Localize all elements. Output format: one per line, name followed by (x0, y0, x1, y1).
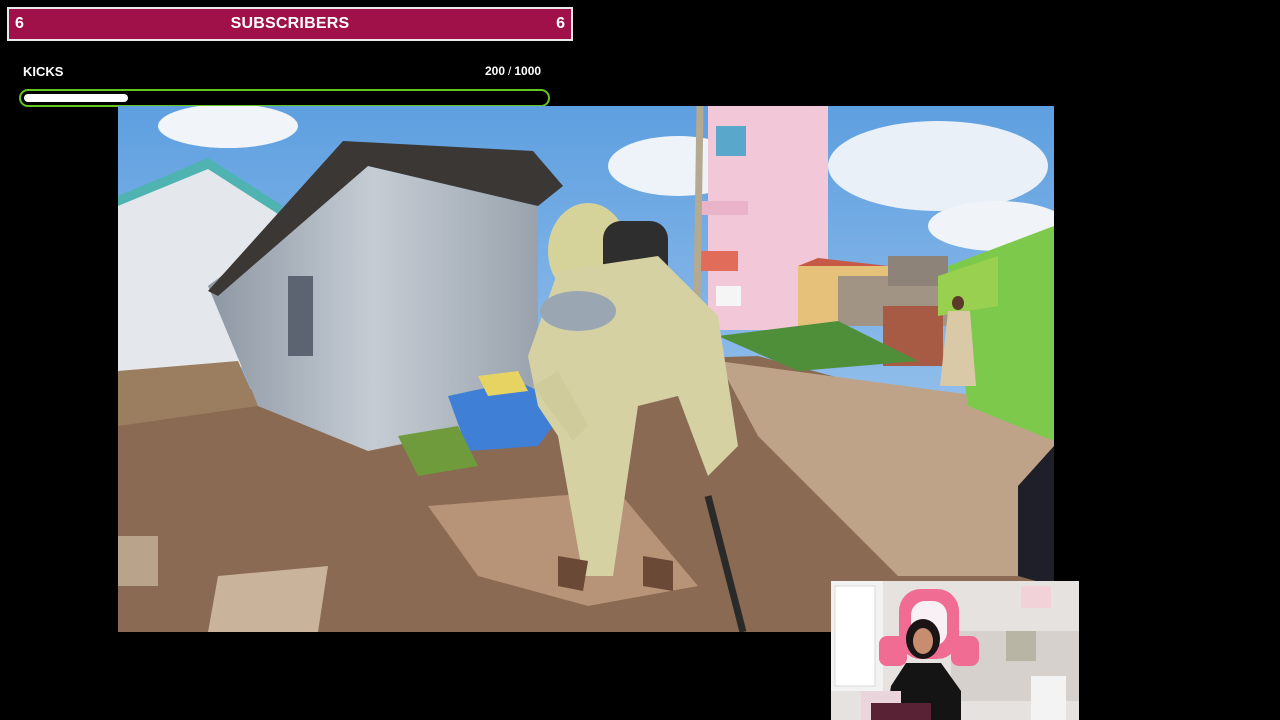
main-video-feed (118, 106, 1054, 632)
subscribers-title: SUBSCRIBERS (230, 15, 350, 32)
subscribers-goal-banner: 6 SUBSCRIBERS 6 (7, 7, 573, 41)
webcam-image (831, 581, 1079, 720)
kicks-target: 1000 (514, 64, 542, 78)
kicks-label: KICKS (23, 64, 64, 79)
kicks-progress-bar (19, 89, 550, 107)
village-scene-image (118, 106, 1054, 632)
kicks-separator: / (508, 64, 512, 78)
kicks-progress-fill (24, 94, 128, 102)
kicks-count: 200/1000 (485, 64, 541, 78)
subscribers-left-count: 6 (15, 15, 24, 32)
subscribers-right-count: 6 (556, 15, 565, 32)
streamer-webcam (831, 581, 1079, 720)
kicks-current: 200 (485, 64, 506, 78)
